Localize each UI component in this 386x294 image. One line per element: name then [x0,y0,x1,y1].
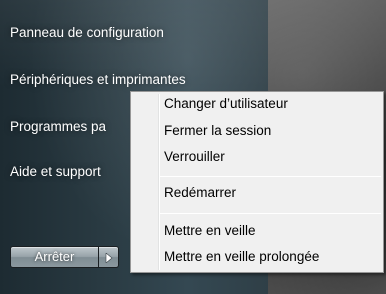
start-item-control-panel[interactable]: Panneau de configuration [10,25,164,40]
start-item-devices-printers[interactable]: Périphériques et imprimantes [10,72,186,87]
menu-item-restart[interactable]: Redémarrer [164,185,236,200]
triangle-right-icon [105,253,113,263]
shutdown-button[interactable]: Arrêter [10,246,99,268]
shutdown-options-button[interactable] [99,246,119,268]
menu-item-log-off[interactable]: Fermer la session [164,123,271,138]
start-item-help-support[interactable]: Aide et support [10,164,101,179]
menu-item-hibernate[interactable]: Mettre en veille prolongée [164,249,319,264]
menu-item-switch-user[interactable]: Changer d’utilisateur [164,96,288,111]
menu-separator [160,213,381,214]
menu-separator [160,176,381,177]
start-item-programs[interactable]: Programmes pa [10,119,106,134]
menu-item-lock[interactable]: Verrouiller [164,149,225,164]
menu-item-sleep[interactable]: Mettre en veille [164,223,256,238]
shutdown-options-menu: Changer d’utilisateur Fermer la session … [130,91,384,273]
